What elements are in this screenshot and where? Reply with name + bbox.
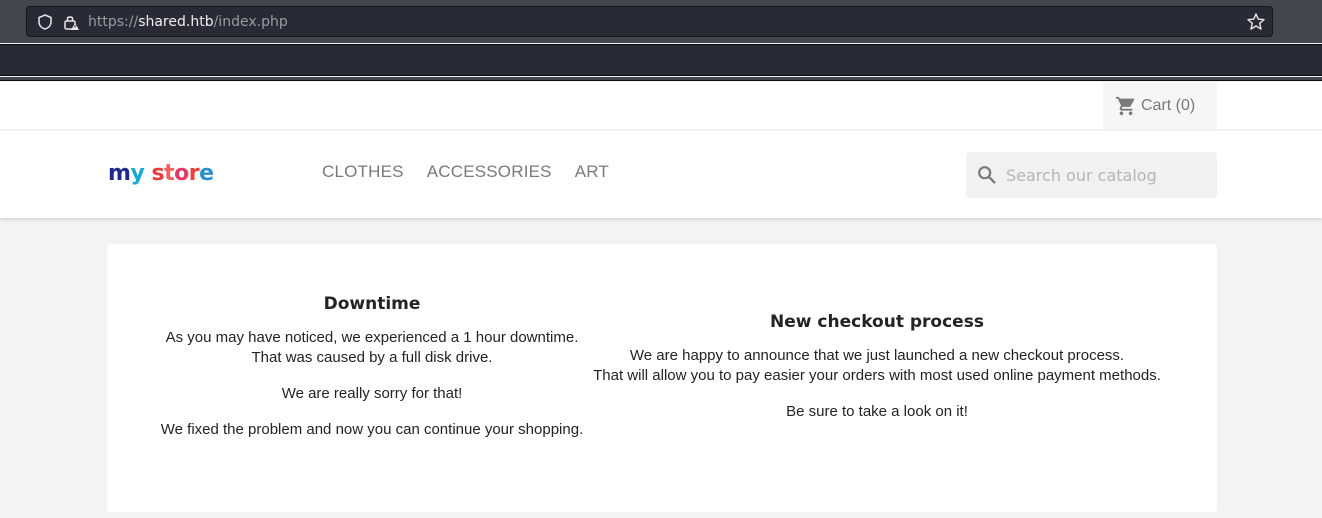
cart-label: Cart (0) [1141, 97, 1196, 114]
downtime-notice: Downtime As you may have noticed, we exp… [147, 294, 597, 456]
bookmark-star-icon[interactable] [1246, 12, 1266, 32]
downtime-paragraph-3: We fixed the problem and now you can con… [160, 421, 584, 438]
search-icon[interactable] [976, 164, 998, 186]
browser-divider [0, 77, 1322, 81]
url-scheme: https:// [88, 13, 139, 30]
cart-button[interactable]: Cart (0) [1103, 82, 1217, 130]
checkout-title: New checkout process [770, 312, 984, 332]
url-path: /index.php [213, 13, 288, 30]
store-logo[interactable]: my store [108, 161, 214, 186]
menu-item-clothes[interactable]: CLOTHES [322, 162, 404, 182]
checkout-paragraph-2: Be sure to take a look on it! [786, 403, 968, 420]
url-bar[interactable]: https://shared.htb/index.php [26, 6, 1273, 37]
downtime-paragraph-1: As you may have noticed, we experienced … [147, 328, 597, 368]
url-text[interactable]: https://shared.htb/index.php [88, 14, 288, 30]
checkout-notice: New checkout process We are happy to ann… [577, 312, 1177, 438]
checkout-paragraph-1: We are happy to announce that we just la… [577, 346, 1177, 386]
browser-toolbar: https://shared.htb/index.php [0, 0, 1322, 43]
downtime-paragraph-2: We are really sorry for that! [281, 385, 463, 402]
shield-icon[interactable] [36, 13, 54, 31]
downtime-title: Downtime [323, 294, 421, 314]
header-nav-bar: Cart (0) [0, 82, 1322, 130]
checkout-line-1: We are happy to announce that we just la… [629, 347, 1125, 364]
shopping-cart-icon [1115, 96, 1135, 116]
downtime-line-2: That was caused by a full disk drive. [251, 349, 493, 366]
header-main: my store CLOTHES ACCESSORIES ART [0, 131, 1322, 218]
url-host: shared.htb [138, 13, 214, 30]
browser-toolbar-strip [0, 44, 1322, 76]
lock-warning-icon[interactable] [62, 13, 80, 31]
custom-text-block: Downtime As you may have noticed, we exp… [107, 244, 1217, 512]
main-menu: CLOTHES ACCESSORIES ART [322, 162, 609, 182]
menu-item-accessories[interactable]: ACCESSORIES [427, 162, 552, 182]
menu-item-art[interactable]: ART [575, 162, 609, 182]
checkout-line-2: That will allow you to pay easier your o… [593, 367, 1161, 384]
downtime-line-1: As you may have noticed, we experienced … [165, 329, 579, 346]
page: Cart (0) my store CLOTHES ACCESSORIES AR… [0, 82, 1322, 518]
search-input[interactable] [1006, 165, 1206, 185]
search-widget [966, 152, 1217, 198]
